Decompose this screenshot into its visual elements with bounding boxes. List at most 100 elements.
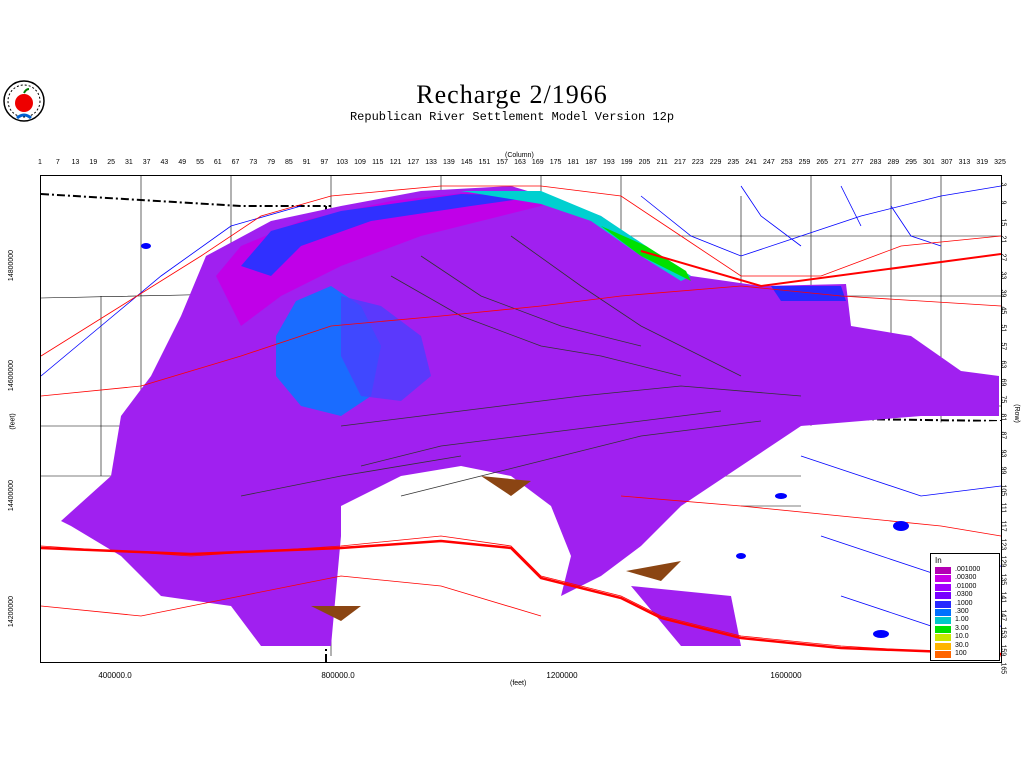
legend-swatch — [935, 592, 951, 600]
legend-label: .1000 — [955, 599, 973, 607]
legend-swatch — [935, 609, 951, 616]
legend-label: .01000 — [955, 582, 977, 590]
column-tick: 271 — [834, 159, 846, 166]
legend-entry: 1.00 — [935, 616, 995, 625]
column-tick: 109 — [354, 159, 366, 166]
column-axis-title: (Column) — [505, 152, 534, 159]
column-tick: 139 — [443, 159, 455, 166]
column-tick: 13 — [71, 159, 80, 166]
x-tick: 800000.0 — [321, 671, 355, 680]
legend-swatch — [935, 642, 951, 650]
column-tick: 313 — [958, 159, 971, 166]
column-tick: 49 — [178, 159, 187, 166]
legend-swatch — [935, 567, 951, 574]
column-tick: 19 — [89, 159, 98, 166]
column-tick: 97 — [320, 159, 329, 166]
legend-label: 1.00 — [955, 616, 969, 624]
column-tick: 157 — [496, 159, 509, 166]
column-tick: 37 — [142, 159, 151, 166]
column-tick: 7 — [55, 159, 60, 166]
column-tick: 265 — [816, 159, 829, 166]
column-tick: 187 — [585, 159, 597, 166]
map-subtitle: Republican River Settlement Model Versio… — [349, 110, 675, 124]
column-tick: 151 — [478, 159, 491, 166]
legend-swatch — [935, 625, 951, 633]
legend-label: 10.0 — [955, 633, 969, 641]
column-tick: 241 — [745, 159, 757, 166]
legend-swatch — [935, 583, 951, 591]
column-tick: 55 — [196, 159, 204, 166]
x-axis-title: (feet) — [510, 680, 527, 687]
column-tick: 121 — [389, 159, 402, 166]
legend-unit: In — [935, 556, 942, 565]
column-tick: 31 — [124, 159, 133, 166]
column-tick: 73 — [249, 159, 258, 166]
x-tick: 1600000 — [770, 671, 802, 680]
column-tick: 181 — [567, 159, 580, 166]
legend-entry: .1000 — [935, 600, 995, 608]
row-tick: 165 — [999, 662, 1007, 675]
column-tick: 307 — [940, 159, 953, 166]
column-tick: 175 — [549, 159, 562, 166]
legend-entry: 3.00 — [935, 625, 995, 633]
y-tick: 14800000 — [8, 249, 16, 282]
column-tick: 169 — [531, 159, 544, 166]
column-tick: 211 — [656, 159, 668, 166]
column-tick: 283 — [869, 159, 882, 166]
column-tick: 1 — [38, 159, 42, 166]
column-tick: 163 — [514, 159, 526, 166]
legend-entry: .00300 — [935, 574, 995, 583]
legend-swatch — [935, 634, 951, 642]
legend-label: 30.0 — [955, 641, 969, 649]
column-tick: 115 — [372, 159, 384, 166]
column-tick: 145 — [460, 159, 473, 166]
x-tick: 400000.0 — [98, 671, 132, 680]
x-tick: 1200000 — [546, 671, 578, 680]
legend-entry: .001000 — [935, 566, 995, 574]
column-tick: 295 — [905, 159, 917, 166]
y-axis-title: (feet) — [9, 413, 17, 430]
column-tick: 61 — [213, 159, 222, 166]
column-tick: 289 — [887, 159, 900, 166]
column-tick: 199 — [620, 159, 633, 166]
legend-swatch — [935, 600, 951, 608]
column-tick: 67 — [231, 159, 240, 166]
column-tick: 223 — [691, 159, 704, 166]
column-tick: 247 — [763, 159, 775, 166]
column-tick: 193 — [603, 159, 615, 166]
column-tick: 325 — [994, 159, 1006, 166]
row-axis-title: (Row) — [1012, 404, 1020, 423]
legend-swatch — [935, 575, 951, 583]
map-title: Recharge 2/1966 — [416, 80, 608, 109]
column-tick: 133 — [425, 159, 437, 166]
legend-entry: 10.0 — [935, 633, 995, 642]
y-tick: 14400000 — [8, 479, 16, 512]
column-tick: 277 — [851, 159, 864, 166]
legend-entry: .01000 — [935, 583, 995, 591]
column-tick: 229 — [709, 159, 722, 166]
legend-label: .00300 — [955, 574, 977, 582]
y-tick: 14600000 — [8, 359, 16, 392]
column-tick: 301 — [923, 159, 935, 166]
legend-swatch — [935, 617, 951, 625]
legend-swatch — [935, 651, 951, 658]
legend-label: 100 — [955, 650, 967, 657]
column-tick: 85 — [284, 159, 293, 166]
column-tick: 43 — [160, 159, 169, 166]
column-tick: 205 — [638, 159, 651, 166]
legend-entry: 30.0 — [935, 642, 995, 650]
legend-label: .001000 — [955, 566, 981, 573]
column-tick: 217 — [674, 159, 686, 166]
recharge-zone-blue-east — [771, 286, 846, 301]
legend-label: .0300 — [955, 591, 973, 599]
recharge-map — [40, 175, 1002, 663]
y-tick: 14200000 — [8, 595, 16, 628]
column-tick: 127 — [407, 159, 420, 166]
column-tick: 91 — [302, 159, 311, 166]
column-tick: 235 — [727, 159, 740, 166]
legend-entry: 100 — [935, 650, 995, 658]
column-tick: 253 — [780, 159, 793, 166]
legend: In .001000.00300.01000.0300.1000.300 1.00… — [930, 553, 1000, 661]
column-tick-labels: 1 7 13 19 25 31 37 43 49 55 61 67 73 79 85 91 97 103 109 11… — [38, 159, 1006, 171]
column-tick: 79 — [267, 159, 276, 166]
